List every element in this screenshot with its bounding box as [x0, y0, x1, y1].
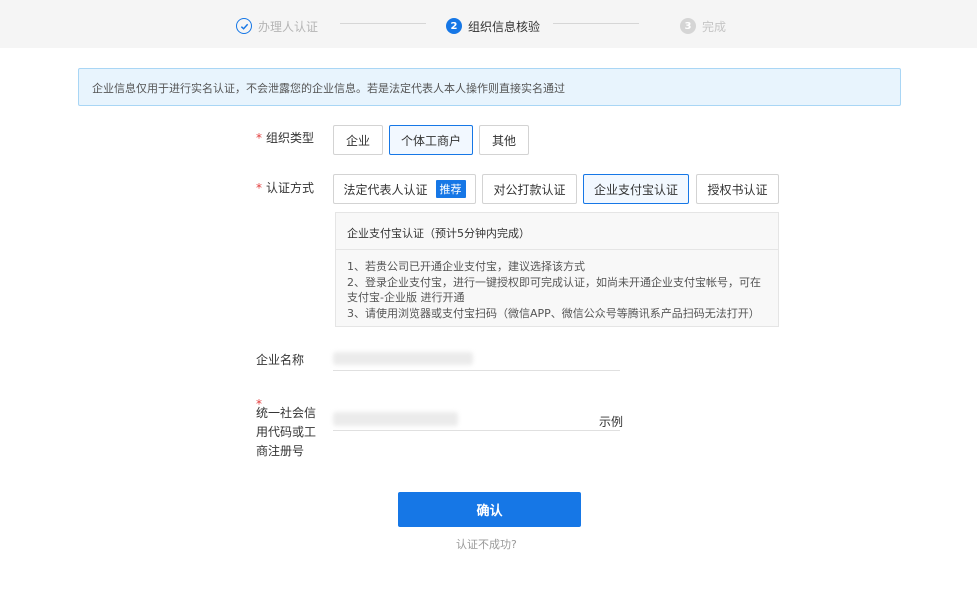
auth-option-legal-rep[interactable]: 法定代表人认证 推荐: [333, 174, 476, 204]
confirm-button[interactable]: 确认: [398, 492, 581, 527]
progress-stepper: 办理人认证 2 组织信息核验 3 完成: [0, 0, 977, 48]
step-applicant-auth: 办理人认证: [236, 17, 318, 35]
auth-option-bank-transfer[interactable]: 对公打款认证: [482, 174, 577, 204]
redacted-value: [333, 412, 458, 426]
info-panel-title: 企业支付宝认证（预计5分钟内完成）: [336, 213, 778, 250]
step-number-badge: 3: [680, 18, 696, 34]
info-notice: 企业信息仅用于进行实名认证，不会泄露您的企业信息。若是法定代表人本人操作则直接实…: [78, 68, 901, 106]
example-link[interactable]: 示例: [599, 413, 623, 430]
org-type-option-individual[interactable]: 个体工商户: [389, 125, 473, 155]
credit-code-label: * 统一社会信 用代码或工 商注册号: [256, 397, 317, 458]
check-icon: [236, 18, 252, 34]
auth-method-label: * 认证方式: [256, 181, 315, 195]
info-line: 2、登录企业支付宝，进行一键授权即可完成认证，如尚未开通企业支付宝帐号，可在: [347, 275, 761, 289]
step-label: 办理人认证: [258, 19, 319, 34]
info-line: 1、若贵公司已开通企业支付宝，建议选择该方式: [347, 260, 585, 273]
org-type-option-enterprise[interactable]: 企业: [333, 125, 383, 155]
step-org-verify: 2 组织信息核验: [446, 17, 540, 35]
company-name-input[interactable]: [333, 349, 620, 371]
option-label: 法定代表人认证: [343, 182, 428, 197]
auth-option-authorization-letter[interactable]: 授权书认证: [696, 174, 779, 204]
info-panel-body: 1、若贵公司已开通企业支付宝，建议选择该方式 2、登录企业支付宝，进行一键授权即…: [336, 250, 778, 330]
required-asterisk: *: [256, 181, 262, 195]
alipay-auth-info-panel: 企业支付宝认证（预计5分钟内完成） 1、若贵公司已开通企业支付宝，建议选择该方式…: [335, 212, 779, 327]
recommended-badge: 推荐: [435, 180, 466, 198]
auth-option-alipay[interactable]: 企业支付宝认证: [583, 174, 689, 204]
step-divider: [340, 23, 426, 24]
org-type-label: * 组织类型: [256, 131, 315, 145]
credit-code-input[interactable]: [333, 409, 620, 431]
step-label: 完成: [702, 19, 727, 34]
company-name-label: 企业名称: [256, 353, 305, 367]
step-label: 组织信息核验: [468, 19, 541, 34]
step-number-badge: 2: [446, 18, 462, 34]
org-type-option-other[interactable]: 其他: [479, 125, 529, 155]
step-divider: [553, 23, 639, 24]
info-line: 3、请使用浏览器或支付宝扫码（微信APP、微信公众号等腾讯系产品扫码无法打开）: [347, 306, 760, 320]
info-line: 支付宝-企业版 进行开通: [347, 291, 465, 304]
auth-failed-help-link[interactable]: 认证不成功?: [456, 536, 517, 552]
required-asterisk: *: [256, 131, 262, 145]
redacted-value: [333, 352, 473, 365]
step-complete: 3 完成: [680, 17, 726, 35]
